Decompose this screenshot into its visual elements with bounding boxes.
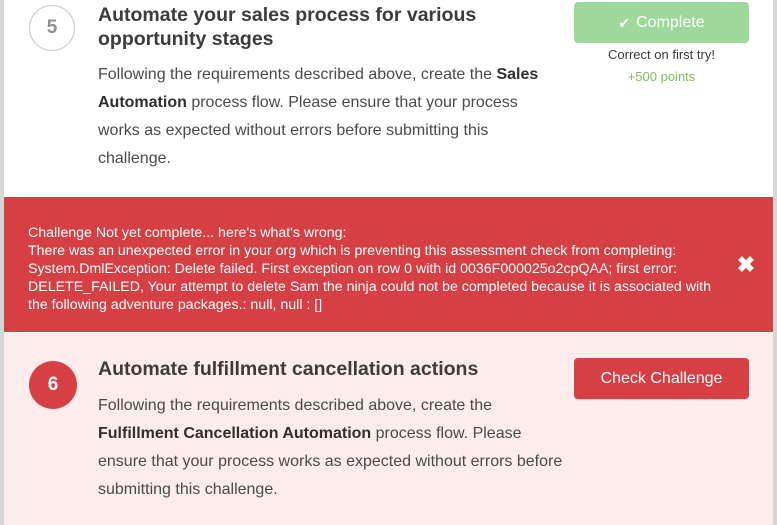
description-text: Following the requirements described abo… — [98, 397, 492, 414]
step-number-badge: 6 — [29, 361, 77, 409]
process-name: Fulfillment Cancellation Automation — [98, 425, 372, 442]
complete-button[interactable]: ✔ Complete — [574, 2, 749, 43]
challenge-title: Automate fulfillment cancellation action… — [98, 358, 479, 380]
description-text: Following the requirements described abo… — [98, 66, 497, 83]
error-details: There was an unexpected error in your or… — [28, 243, 711, 313]
complete-label: Complete — [636, 13, 705, 31]
challenge-step-5: 5 Automate your sales process for variou… — [4, 0, 773, 196]
challenge-title: Automate your sales process for various … — [98, 4, 477, 50]
check-icon: ✔ — [618, 14, 631, 31]
error-heading: Challenge Not yet complete... here's wha… — [28, 225, 347, 241]
correct-on-first-try-text: Correct on first try! — [608, 47, 715, 62]
challenge-description: Following the requirements described abo… — [98, 61, 558, 173]
challenge-description: Following the requirements described abo… — [98, 392, 568, 504]
close-icon[interactable]: ✖ — [736, 254, 756, 276]
error-message: Challenge Not yet complete... here's wha… — [28, 224, 728, 314]
error-banner: Challenge Not yet complete... here's wha… — [4, 197, 773, 332]
step-number-badge: 5 — [29, 5, 75, 51]
points-earned-text: +500 points — [627, 69, 696, 84]
challenge-step-6: 6 Automate fulfillment cancellation acti… — [4, 333, 773, 525]
check-challenge-button[interactable]: Check Challenge — [574, 358, 749, 399]
